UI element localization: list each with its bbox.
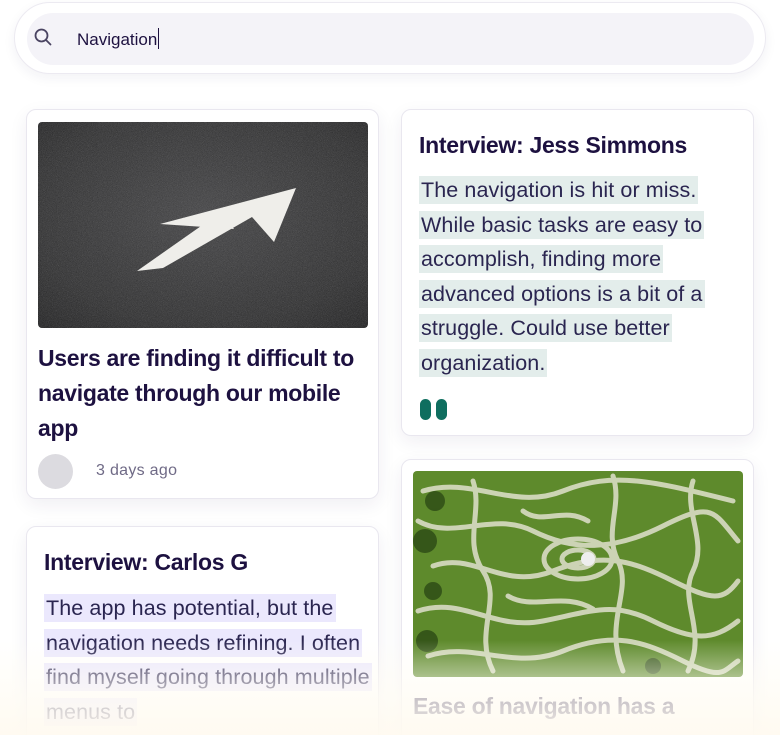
search-input-value: Navigation [77,30,158,49]
card-title: Interview: Carlos G [44,549,248,575]
highlighted-quote: The navigation is hit or miss. While bas… [419,176,705,377]
quote-marks-icon [420,399,447,420]
search-icon [34,28,52,46]
card-title: Interview: Jess Simmons [419,132,687,158]
arrow-asphalt-image [38,122,368,328]
search-input[interactable]: Navigation [77,28,160,50]
hedge-maze-image [413,471,743,677]
card-title: Users are finding it difficult to naviga… [38,345,354,441]
timestamp: 3 days ago [96,462,178,479]
quote-text: The navigation is hit or miss. While bas… [419,173,744,380]
interview-card-carlos-g[interactable]: Interview: Carlos G The app has potentia… [26,526,379,735]
highlight-card-mobile-app[interactable]: Users are finding it difficult to naviga… [26,109,379,499]
avatar [38,454,73,489]
card-title: Ease of navigation has a [413,693,675,719]
quote-text: The app has potential, but the navigatio… [44,591,374,729]
interview-card-jess-simmons[interactable]: Interview: Jess Simmons The navigation i… [401,109,754,436]
text-caret [158,28,160,49]
highlighted-quote: The app has potential, but the navigatio… [44,594,372,726]
highlight-card-ease-of-navigation[interactable]: Ease of navigation has a [401,459,754,735]
